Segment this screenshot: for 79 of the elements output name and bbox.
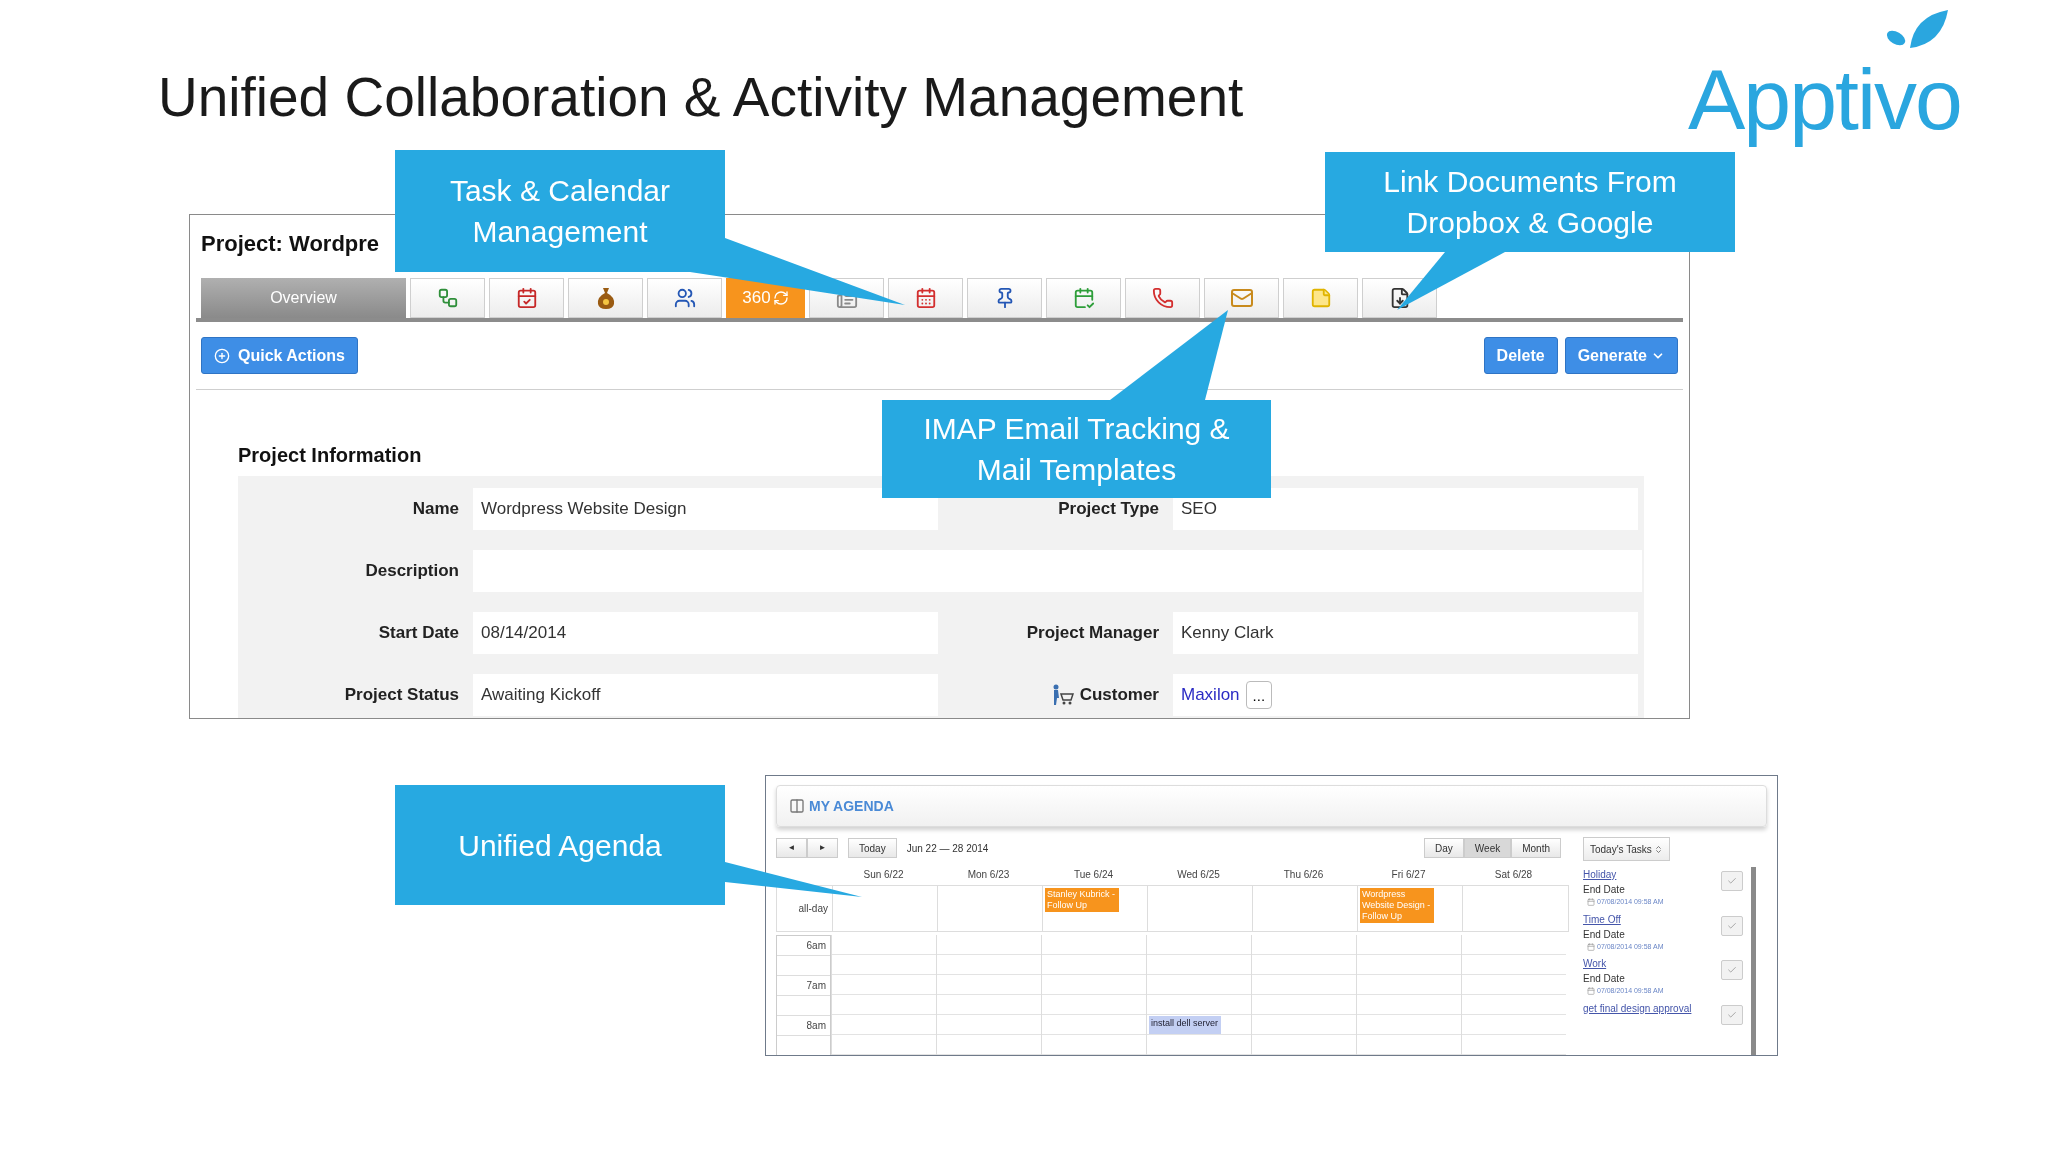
field-label: Project Type (1058, 498, 1159, 521)
more-button[interactable]: ... (1245, 681, 1273, 709)
calendar-event[interactable]: install dell server (1149, 1016, 1221, 1034)
field-label: Customer (1079, 684, 1159, 707)
field-value: SEO (1181, 498, 1217, 521)
people-icon (673, 287, 696, 309)
calendar-icon (1587, 898, 1595, 907)
project-title: Project: Wordpre (201, 231, 380, 256)
hour-label: 7am (806, 979, 826, 993)
field-value: Awaiting Kickoff (481, 684, 601, 707)
all-day-label: all-day (798, 902, 828, 916)
text-field[interactable]: 08/14/2014 (473, 612, 938, 654)
day-header: Sat 6/28 (1494, 868, 1533, 882)
hour-label: 6am (806, 939, 826, 953)
field-label: Start Date (378, 622, 459, 645)
phone-icon (1151, 287, 1174, 309)
view-button[interactable]: Day (1424, 838, 1464, 858)
field-label: Description (365, 560, 459, 583)
check-icon (1727, 1009, 1737, 1020)
text-field[interactable]: Awaiting Kickoff (473, 674, 938, 716)
view-button[interactable]: Month (1511, 838, 1561, 858)
scrollbar[interactable] (1751, 867, 1756, 1055)
task-link[interactable]: get final design approval (1583, 1000, 1692, 1016)
section-heading: Project Information (238, 444, 422, 466)
text-field[interactable]: SEO (1173, 488, 1638, 530)
sort-icon (1653, 844, 1663, 854)
day-header: Mon 6/23 (967, 868, 1010, 882)
icon-tab[interactable] (647, 278, 722, 318)
check-icon (1727, 876, 1737, 886)
agenda-title: MY AGENDA (809, 796, 894, 816)
agenda-icon (789, 798, 805, 814)
view-button[interactable]: Week (1463, 838, 1512, 858)
field-label: Project Manager (1026, 622, 1159, 645)
task-link[interactable]: Work (1583, 956, 1664, 971)
callout-tooltip: Unified Agenda (395, 785, 725, 905)
icon-tab[interactable] (967, 278, 1042, 318)
previous-button[interactable]: ◄ (776, 838, 807, 858)
task-link[interactable]: Time Off (1583, 911, 1664, 927)
text-field[interactable]: Wordpress Website Design (473, 488, 938, 530)
hour-label: 8am (806, 1019, 826, 1033)
due-label: End Date (1583, 972, 1626, 986)
day-header: Fri 6/27 (1391, 868, 1426, 882)
check-icon (1727, 920, 1737, 931)
day-header: Tue 6/24 (1073, 868, 1114, 882)
mail-icon (1229, 286, 1254, 310)
date-range: Jun 22 — 28 2014 (906, 841, 989, 856)
tasks-filter-select[interactable]: Today's Tasks (1583, 837, 1670, 861)
icon-tab[interactable] (568, 278, 643, 318)
field-label: Project Status (344, 684, 459, 707)
day-header: Sun 6/22 (863, 868, 904, 882)
text-field[interactable]: Maxilon ... (1173, 674, 1638, 716)
check-icon (1727, 965, 1737, 975)
customer-link[interactable]: Maxilon (1181, 682, 1240, 708)
calendar-check-icon (1072, 287, 1095, 309)
calendar-check-icon (515, 287, 538, 309)
text-field[interactable]: Kenny Clark (1173, 612, 1638, 654)
slide-title: Unified Collaboration & Activity Management (158, 65, 1244, 130)
day-header: Wed 6/25 (1177, 868, 1220, 882)
field-value: Kenny Clark (1181, 622, 1274, 645)
today-button[interactable]: Today (848, 838, 897, 858)
due-label: End Date (1583, 883, 1626, 897)
callout-tooltip: Task & Calendar Management (395, 150, 725, 272)
next-button[interactable]: ► (807, 838, 838, 858)
due-label: End Date (1583, 927, 1626, 942)
calendar-icon (1587, 942, 1595, 951)
logo: Apptivo (1688, 50, 1961, 149)
task-link[interactable]: Holiday (1583, 867, 1664, 882)
calendar-icon (1587, 987, 1595, 996)
flowchart-icon (436, 287, 459, 309)
icon-tab[interactable] (489, 278, 564, 318)
field-value: 08/14/2014 (481, 622, 567, 645)
day-header: Thu 6/26 (1283, 868, 1324, 882)
leaf-icon (1884, 8, 1950, 50)
sticky-note-icon (1309, 287, 1332, 309)
refresh-icon (772, 290, 789, 306)
calendar-icon (914, 287, 937, 309)
plus-icon (214, 347, 230, 364)
field-value: Wordpress Website Design (481, 498, 687, 521)
field-label: Name (412, 498, 459, 521)
